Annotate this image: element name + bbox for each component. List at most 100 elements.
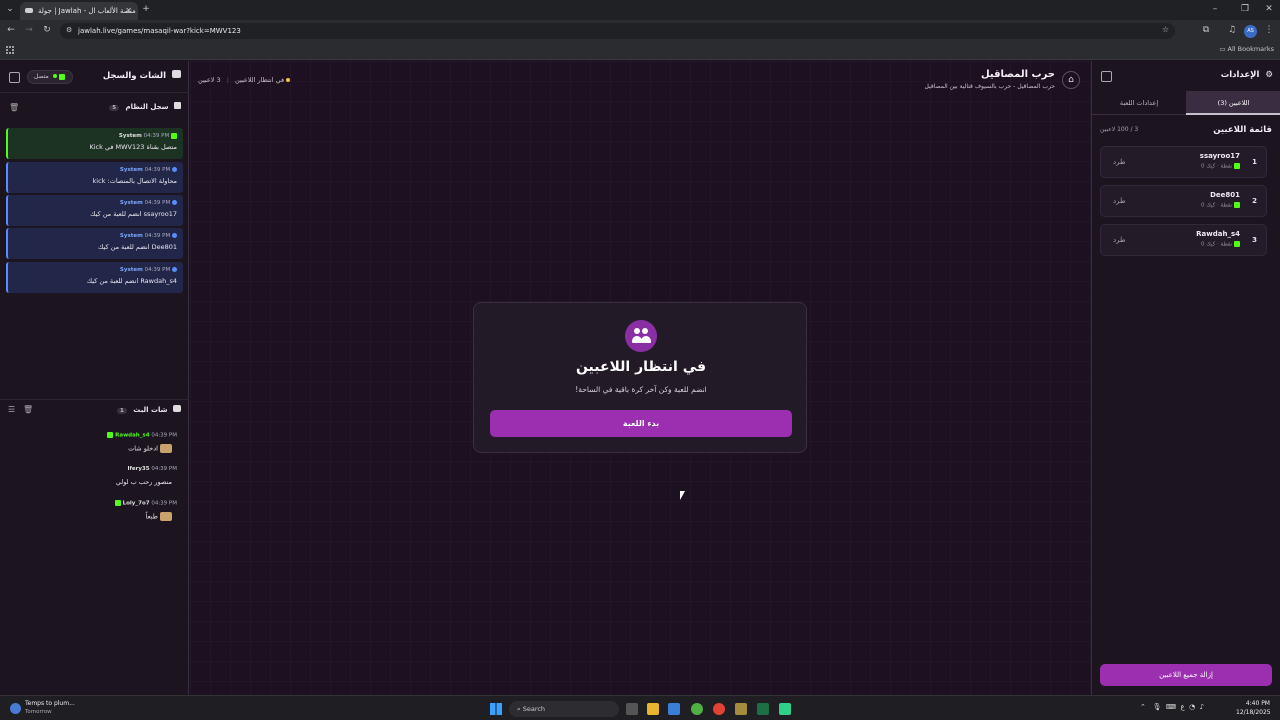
- message-time: 04:39 PM: [144, 267, 171, 273]
- left-panel-title: الشات والسجل: [103, 70, 181, 81]
- kick-player-button[interactable]: طرد: [1113, 158, 1126, 166]
- emote-icon: [160, 512, 172, 521]
- kick-icon: [171, 132, 177, 139]
- volume-icon[interactable]: ♪: [1200, 703, 1204, 711]
- all-bookmarks-label: All Bookmarks: [1227, 45, 1274, 53]
- minimize-icon[interactable]: –: [1208, 3, 1222, 17]
- message-time: 04:39 PM: [143, 133, 170, 139]
- tab-game-settings[interactable]: إعدادات اللعبة: [1092, 91, 1186, 115]
- back-icon[interactable]: ←: [4, 24, 18, 38]
- chat-message: Ifery35 04:39 PM منصور رحب ب لولي: [6, 466, 183, 496]
- message-text: Dee801 انضم للعبة من كيك: [98, 243, 177, 251]
- bookmark-star-icon[interactable]: ☆: [1162, 25, 1169, 34]
- scroll-lock-icon[interactable]: ☰: [8, 405, 15, 414]
- remove-all-players-button[interactable]: إزالة جميع اللاعبين: [1100, 664, 1272, 686]
- system-log-message: System 04:39 PM ssayroo17 انضم للعبة من …: [6, 195, 183, 226]
- search-icon: ⌕: [517, 705, 521, 713]
- apps-grid-icon[interactable]: [6, 46, 14, 54]
- message-text: متصل بقناة MWV123 في Kick: [89, 143, 177, 151]
- media-icon[interactable]: ♫: [1225, 24, 1239, 38]
- bookmarks-bar: ▭ All Bookmarks: [0, 42, 1280, 60]
- kick-icon: [58, 73, 65, 80]
- all-bookmarks-button[interactable]: ▭ All Bookmarks: [1219, 45, 1274, 53]
- clear-chat-trash-icon[interactable]: 🗑: [23, 405, 33, 414]
- tab-players[interactable]: اللاعبين (3): [1186, 91, 1280, 115]
- collapse-right-icon[interactable]: [1101, 71, 1112, 82]
- system-tray: ⌃ 🎙 ⌨ ع ◔ ♪: [1140, 703, 1204, 711]
- chat-time: 04:39 PM: [151, 500, 177, 507]
- clear-log-trash-icon[interactable]: 🗑: [9, 103, 19, 112]
- chrome-icon[interactable]: [713, 703, 725, 715]
- chat-message: Rawdah_s4 04:39 PM ادخلو شات: [6, 432, 183, 462]
- weather-widget[interactable]: Temps to plum... Tomorrow: [8, 700, 88, 718]
- weather-icon: [10, 703, 21, 714]
- window-close-icon[interactable]: ✕: [1262, 3, 1276, 17]
- profile-avatar[interactable]: AS: [1244, 25, 1257, 38]
- player-name: Dee801: [1210, 191, 1240, 199]
- taskbar-search[interactable]: ⌕ Search: [509, 701, 619, 717]
- start-game-button[interactable]: بدء اللعبة: [490, 410, 792, 437]
- right-panel-title: ⚙ الإعدادات: [1221, 70, 1273, 80]
- new-tab-icon[interactable]: +: [139, 3, 153, 17]
- game-title-block: حرب المصاقيل حرب المصاقيل - حرب بالسيوف …: [924, 69, 1055, 90]
- log-icon: [174, 102, 181, 109]
- mouse-cursor-icon: [680, 491, 685, 500]
- player-rank: 2: [1252, 197, 1257, 205]
- tab-close-icon[interactable]: ✕: [125, 6, 132, 15]
- search-placeholder: Search: [522, 705, 546, 713]
- message-text: محاولة الاتصال بالمنصات: kick: [92, 177, 177, 185]
- message-text: Rawdah_s4 انضم للعبة من كيك: [86, 277, 177, 285]
- system-log-title: سجل النظام 5: [109, 102, 181, 111]
- active-app-icon[interactable]: [779, 703, 791, 715]
- waiting-card: في انتظار اللاعبين انضم للعبة وكن آخر كر…: [473, 302, 807, 453]
- kick-player-button[interactable]: طرد: [1113, 197, 1126, 205]
- excel-icon[interactable]: [757, 703, 769, 715]
- keyboard-icon[interactable]: ⌨: [1166, 703, 1176, 711]
- system-log-message: System 04:39 PM متصل بقناة MWV123 في Kic…: [6, 128, 183, 159]
- clock[interactable]: 4:40 PM 12/18/2025: [1236, 699, 1271, 717]
- kick-player-button[interactable]: طرد: [1113, 236, 1126, 244]
- collapse-left-icon[interactable]: [9, 72, 20, 83]
- xbox-icon[interactable]: [691, 703, 703, 715]
- wifi-icon[interactable]: ◔: [1189, 703, 1195, 711]
- tab-title: جولة | Jawlah - منصة الألعاب ال: [38, 7, 136, 15]
- system-log-message: System 04:39 PM محاولة الاتصال بالمنصات:…: [6, 162, 183, 193]
- start-button[interactable]: [490, 703, 502, 715]
- emote-icon: [160, 444, 172, 453]
- system-log-header: 🗑 سجل النظام 5: [0, 99, 189, 117]
- url-field[interactable]: ⚙ jawlah.live/games/masaqil-war?kick=MWV…: [60, 23, 1175, 39]
- app-icon[interactable]: [735, 703, 747, 715]
- info-dot-icon: [172, 267, 177, 272]
- info-dot-icon: [172, 200, 177, 205]
- player-name: ssayroo17: [1199, 152, 1240, 160]
- site-info-icon[interactable]: ⚙: [66, 26, 72, 34]
- right-panel-header: ⚙ الإعدادات: [1092, 61, 1280, 91]
- file-explorer-icon[interactable]: [647, 703, 659, 715]
- windows-logo-icon: [490, 703, 502, 715]
- player-points: 0 نقطة: [1201, 163, 1233, 170]
- forward-icon[interactable]: →: [22, 24, 36, 38]
- game-title: حرب المصاقيل: [980, 69, 1055, 80]
- system-log-title-text: سجل النظام: [125, 103, 169, 111]
- message-user: System: [118, 133, 142, 139]
- browser-tab[interactable]: جولة | Jawlah - منصة الألعاب ال ✕: [20, 2, 138, 20]
- extensions-icon[interactable]: ⧉: [1199, 24, 1213, 38]
- tab-favicon-icon: [25, 8, 33, 13]
- player-platform: كيك: [1206, 241, 1216, 248]
- chat-text: طبعاً: [145, 512, 158, 521]
- tray-chevron-icon[interactable]: ⌃: [1140, 703, 1146, 711]
- url-text: jawlah.live/games/masaqil-war?kick=MWV12…: [78, 27, 241, 35]
- live-chat-title: شات البث 1: [117, 405, 181, 414]
- reload-icon[interactable]: ↻: [40, 24, 54, 38]
- home-button[interactable]: ⌂: [1062, 71, 1080, 89]
- language-indicator[interactable]: ع: [1180, 703, 1184, 711]
- mic-icon[interactable]: 🎙: [1153, 703, 1162, 711]
- kick-icon: [1234, 202, 1240, 208]
- waiting-title: في انتظار اللاعبين: [575, 359, 707, 375]
- tab-search-icon[interactable]: ⌄: [3, 3, 17, 17]
- browser-menu-icon[interactable]: ⋮: [1262, 24, 1276, 38]
- maximize-icon[interactable]: ❐: [1238, 3, 1252, 17]
- store-icon[interactable]: [668, 703, 680, 715]
- waiting-subtitle: انضم للعبة وكن آخر كرة باقية في الساحة!: [575, 385, 707, 394]
- task-view-icon[interactable]: [626, 703, 638, 715]
